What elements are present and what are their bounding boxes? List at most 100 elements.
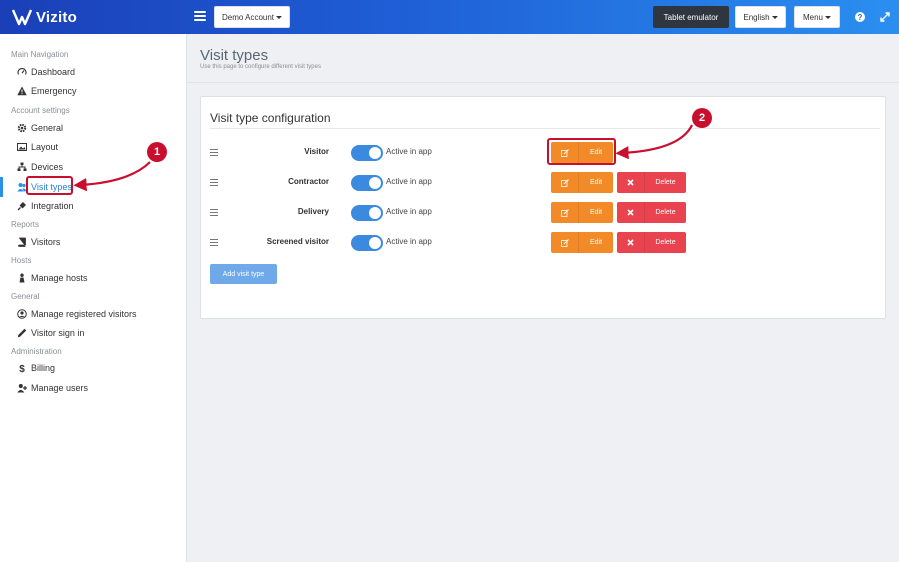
sidebar-item-integration[interactable]: Integration [17, 201, 74, 211]
add-visit-type-button[interactable]: Add visit type [210, 264, 277, 284]
caret-down-icon [276, 16, 283, 19]
edit-button[interactable]: Edit [551, 232, 613, 253]
question-icon[interactable]: ? [853, 10, 867, 24]
visit-type-row: Visitor Active in app Edit [201, 142, 887, 164]
edit-button[interactable]: Edit [551, 202, 613, 223]
hamburger-menu-icon[interactable] [194, 10, 206, 22]
sidebar-item-label: Manage users [31, 383, 89, 393]
sidebar-item-label: General [31, 123, 64, 133]
edit-icon [551, 202, 579, 223]
edit-button[interactable]: Edit [551, 172, 613, 193]
menu-dropdown-label: Menu [802, 12, 823, 22]
vizito-logo-icon [12, 9, 32, 26]
visit-type-row: Screened visitor Active in app Edit Dele… [201, 232, 887, 254]
account-dropdown-label: Demo Account [221, 12, 275, 22]
book-icon [17, 237, 27, 247]
sidebar-item-label: Emergency [31, 86, 77, 96]
gear-icon [17, 123, 27, 133]
active-toggle[interactable] [351, 235, 383, 251]
sidebar-item-label: Visitor sign in [31, 328, 85, 338]
sidebar-item-devices[interactable]: Devices [17, 162, 63, 172]
sidebar-item-emergency[interactable]: Emergency [17, 86, 77, 96]
user-plus-icon [17, 383, 27, 393]
sidebar-item-dashboard[interactable]: Dashboard [17, 67, 75, 77]
edit-button-label: Edit [589, 239, 603, 246]
visit-type-config-card: Visit type configuration Visitor Active … [200, 96, 886, 319]
sidebar-item-billing[interactable]: $ Billing [17, 363, 55, 373]
active-toggle[interactable] [351, 205, 383, 221]
drag-handle-icon[interactable] [210, 149, 218, 156]
user-circle-icon [17, 309, 27, 319]
section-reports: Reports [11, 220, 40, 229]
language-dropdown-label: English [743, 12, 770, 22]
top-navbar: Vizito Demo Account Tablet emulator Engl… [0, 0, 899, 34]
sidebar-item-layout[interactable]: Layout [17, 142, 58, 152]
card-title: Visit type configuration [210, 111, 331, 125]
visit-type-name: Delivery [297, 207, 329, 216]
plug-icon [17, 201, 27, 211]
section-administration: Administration [11, 347, 62, 356]
menu-dropdown[interactable]: Menu [794, 6, 840, 28]
highlight-box-visit-types [26, 176, 73, 195]
delete-button-label: Delete [655, 209, 676, 216]
expand-icon[interactable] [878, 10, 892, 24]
delete-button[interactable]: Delete [617, 232, 686, 253]
image-icon [17, 142, 27, 152]
edit-button-label: Edit [589, 209, 603, 216]
page-subtitle: Use this page to configure different vis… [200, 64, 321, 70]
delete-button[interactable]: Delete [617, 202, 686, 223]
sidebar-item-label: Dashboard [31, 67, 76, 77]
visit-type-row: Contractor Active in app Edit Delete [201, 172, 887, 194]
sidebar-item-label: Manage hosts [31, 273, 88, 283]
sidebar-item-visitor-sign-in[interactable]: Visitor sign in [17, 328, 84, 338]
annotation-badge-1: 1 [147, 142, 167, 162]
annotation-badge-2: 2 [692, 108, 712, 128]
delete-button-label: Delete [655, 179, 676, 186]
drag-handle-icon[interactable] [210, 239, 218, 246]
language-dropdown[interactable]: English [735, 6, 786, 28]
tablet-emulator-button[interactable]: Tablet emulator [653, 6, 729, 28]
visit-type-name: Screened visitor [266, 237, 329, 246]
delete-button-label: Delete [655, 239, 676, 246]
sidebar-item-label: Billing [31, 363, 56, 373]
pencil-icon [17, 328, 27, 338]
section-account-settings: Account settings [11, 106, 70, 115]
delete-button[interactable]: Delete [617, 172, 686, 193]
close-icon [617, 232, 645, 253]
section-main-navigation: Main Navigation [11, 50, 69, 59]
sidebar-item-visitors[interactable]: Visitors [17, 237, 60, 247]
active-toggle[interactable] [351, 145, 383, 161]
sitemap-icon [17, 162, 27, 172]
highlight-box-edit [547, 138, 616, 165]
sidebar-item-label: Devices [31, 162, 64, 172]
toggle-label: Active in app [386, 147, 432, 156]
drag-handle-icon[interactable] [210, 179, 218, 186]
header-divider [187, 82, 899, 83]
sidebar-item-manage-hosts[interactable]: Manage hosts [17, 273, 88, 283]
sidebar-item-manage-users[interactable]: Manage users [17, 383, 88, 393]
sidebar-item-label: Visitors [31, 237, 61, 247]
section-general: General [11, 292, 40, 301]
sidebar-item-label: Manage registered visitors [31, 309, 137, 319]
toggle-label: Active in app [386, 207, 432, 216]
dollar-icon: $ [17, 363, 27, 373]
visit-type-row: Delivery Active in app Edit Delete [201, 202, 887, 224]
card-divider [210, 128, 880, 129]
caret-down-icon [825, 16, 831, 19]
toggle-label: Active in app [386, 177, 432, 186]
svg-text:$: $ [19, 364, 25, 373]
active-indicator [0, 177, 3, 197]
active-toggle[interactable] [351, 175, 383, 191]
app-logo[interactable]: Vizito [12, 8, 77, 26]
sidebar-item-label: Integration [31, 201, 74, 211]
warning-icon [17, 86, 27, 96]
sidebar-item-manage-registered-visitors[interactable]: Manage registered visitors [17, 309, 137, 319]
sidebar-item-general[interactable]: General [17, 123, 63, 133]
close-icon [617, 172, 645, 193]
account-dropdown[interactable]: Demo Account [214, 6, 290, 28]
edit-icon [551, 232, 579, 253]
svg-text:?: ? [858, 13, 863, 22]
app-name: Vizito [36, 8, 77, 26]
caret-down-icon [771, 16, 778, 19]
drag-handle-icon[interactable] [210, 209, 218, 216]
